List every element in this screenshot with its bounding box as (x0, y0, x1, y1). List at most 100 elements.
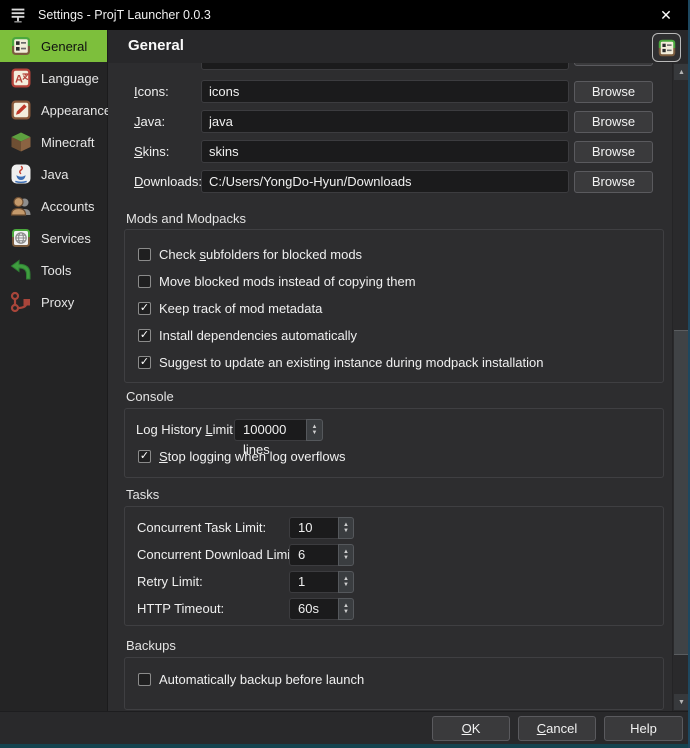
spin-down-icon[interactable]: ▼ (343, 555, 349, 561)
spinbox-buttons[interactable]: ▲ ▼ (306, 419, 323, 441)
sidebar-item-services[interactable]: Services (0, 222, 107, 254)
mods-group-title: Mods and Modpacks (126, 211, 246, 226)
checkbox-label: Move blocked mods instead of copying the… (159, 274, 416, 289)
checkbox-box[interactable]: ✓ (138, 275, 151, 288)
checkbox-check-subfolders[interactable]: ✓ Check subfolders for blocked mods (138, 247, 362, 262)
checkbox-install-dependencies[interactable]: ✓ Install dependencies automatically (138, 328, 357, 343)
icons-path-input[interactable] (201, 80, 569, 103)
downloads-path-input[interactable] (201, 170, 569, 193)
java-icon (11, 164, 31, 184)
http-timeout-label: HTTP Timeout: (137, 601, 225, 616)
spin-down-icon[interactable]: ▼ (312, 430, 318, 436)
sidebar-item-proxy[interactable]: Proxy (0, 286, 107, 318)
spinbox-buttons[interactable]: ▲ ▼ (338, 571, 354, 593)
sidebar-item-appearance[interactable]: Appearance (0, 94, 111, 126)
skins-browse-button[interactable]: Browse (574, 141, 653, 163)
spinbox-value[interactable]: 100000 lines (234, 419, 306, 457)
scroll-up-icon: ▲ (678, 68, 685, 76)
checkbox-label: Keep track of mod metadata (159, 301, 323, 316)
icons-browse-button[interactable]: Browse (574, 81, 653, 103)
page-title: General (128, 37, 184, 54)
scroll-up-button[interactable]: ▲ (674, 64, 689, 80)
concurrent-download-limit-label: Concurrent Download Limit: (137, 547, 298, 562)
cancel-button[interactable]: Cancel (518, 716, 596, 741)
checkbox-box[interactable]: ✓ (138, 356, 151, 369)
checkbox-auto-backup[interactable]: ✓ Automatically backup before launch (138, 672, 364, 687)
help-button[interactable]: Help (604, 716, 683, 741)
settings-window: Settings - ProjT Launcher 0.0.3 ✕ Genera… (0, 0, 690, 748)
close-button[interactable]: ✕ (644, 0, 688, 30)
retry-limit-spinbox[interactable]: 1 ▲ ▼ (289, 571, 354, 593)
clipped-path-input[interactable] (201, 63, 569, 70)
sidebar-item-general[interactable]: General (0, 30, 107, 62)
checkbox-box[interactable]: ✓ (138, 302, 151, 315)
java-path-input[interactable] (201, 110, 569, 133)
checkbox-box[interactable]: ✓ (138, 673, 151, 686)
sidebar-item-label: Java (41, 166, 69, 182)
checkbox-suggest-update[interactable]: ✓ Suggest to update an existing instance… (138, 355, 543, 370)
checkbox-label: Suggest to update an existing instance d… (159, 355, 544, 370)
spin-down-icon[interactable]: ▼ (343, 528, 349, 534)
checkbox-box[interactable]: ✓ (138, 248, 151, 261)
services-icon (12, 229, 30, 247)
panel-list-icon (658, 39, 675, 56)
window-title: Settings - ProjT Launcher 0.0.3 (38, 8, 211, 22)
close-icon: ✕ (660, 6, 672, 23)
scroll-down-button[interactable]: ▼ (674, 694, 689, 710)
sidebar-item-label: Language (41, 70, 99, 86)
appearance-icon (11, 100, 31, 120)
sidebar-item-language[interactable]: A Language (0, 62, 107, 94)
checkbox-label: Install dependencies automatically (159, 328, 358, 343)
spin-down-icon[interactable]: ▼ (343, 582, 349, 588)
bottom-accent-strip (0, 744, 690, 748)
spinbox-buttons[interactable]: ▲ ▼ (338, 544, 354, 566)
concurrent-download-limit-spinbox[interactable]: 6 ▲ ▼ (289, 544, 354, 566)
settings-scroll-area: Browse Icons: Browse Java: Browse Skins:… (108, 63, 672, 711)
checkbox-label: Check subfolders for blocked mods (159, 247, 363, 262)
tools-icon (10, 259, 31, 280)
spinbox-value[interactable]: 10 (289, 517, 338, 539)
downloads-path-label: Downloads: (134, 174, 202, 189)
ok-button[interactable]: OK (432, 716, 510, 741)
skins-path-input[interactable] (201, 140, 569, 163)
concurrent-task-limit-spinbox[interactable]: 10 ▲ ▼ (289, 517, 354, 539)
checkbox-move-blocked-mods[interactable]: ✓ Move blocked mods instead of copying t… (138, 274, 416, 289)
http-timeout-spinbox[interactable]: 60s ▲ ▼ (289, 598, 354, 620)
vertical-scrollbar[interactable]: ▲ ▼ (672, 63, 689, 711)
checkbox-stop-logging[interactable]: ✓ Stop logging when log overflows (138, 449, 345, 464)
sidebar-item-label: Proxy (41, 294, 75, 310)
toggle-panel-button[interactable] (652, 33, 681, 62)
console-group-title: Console (126, 389, 174, 404)
spin-down-icon[interactable]: ▼ (343, 609, 349, 615)
java-browse-button[interactable]: Browse (574, 111, 653, 133)
sidebar-item-label: General (41, 38, 88, 54)
concurrent-task-limit-label: Concurrent Task Limit: (137, 520, 267, 535)
downloads-browse-button[interactable]: Browse (574, 171, 653, 193)
spinbox-buttons[interactable]: ▲ ▼ (338, 598, 354, 620)
checkbox-box[interactable]: ✓ (138, 329, 151, 342)
log-history-limit-label: Log History Limit: (136, 422, 237, 437)
window-settings-icon (11, 8, 25, 23)
checkbox-label: Automatically backup before launch (159, 672, 365, 687)
scrollbar-thumb[interactable] (674, 330, 689, 655)
sidebar-item-minecraft[interactable]: Minecraft (0, 126, 107, 158)
checkbox-box[interactable]: ✓ (138, 450, 151, 463)
clipped-browse-button[interactable]: Browse (574, 63, 653, 66)
tasks-group-title: Tasks (126, 487, 160, 502)
sidebar-item-java[interactable]: Java (0, 158, 107, 190)
sidebar-item-label: Minecraft (41, 134, 95, 150)
checkbox-mod-metadata[interactable]: ✓ Keep track of mod metadata (138, 301, 322, 316)
minecraft-icon (11, 132, 31, 152)
spinbox-value[interactable]: 1 (289, 571, 338, 593)
sidebar-item-tools[interactable]: Tools (0, 254, 107, 286)
page-header: General (108, 30, 690, 64)
scroll-down-icon: ▼ (678, 698, 685, 706)
log-history-limit-spinbox[interactable]: 100000 lines ▲ ▼ (234, 419, 323, 457)
sidebar-item-label: Tools (41, 262, 72, 278)
sidebar-item-accounts[interactable]: Accounts (0, 190, 107, 222)
spinbox-buttons[interactable]: ▲ ▼ (338, 517, 354, 539)
icons-path-label: Icons: (134, 84, 169, 99)
language-icon: A (11, 68, 31, 88)
spinbox-value[interactable]: 60s (289, 598, 338, 620)
spinbox-value[interactable]: 6 (289, 544, 338, 566)
